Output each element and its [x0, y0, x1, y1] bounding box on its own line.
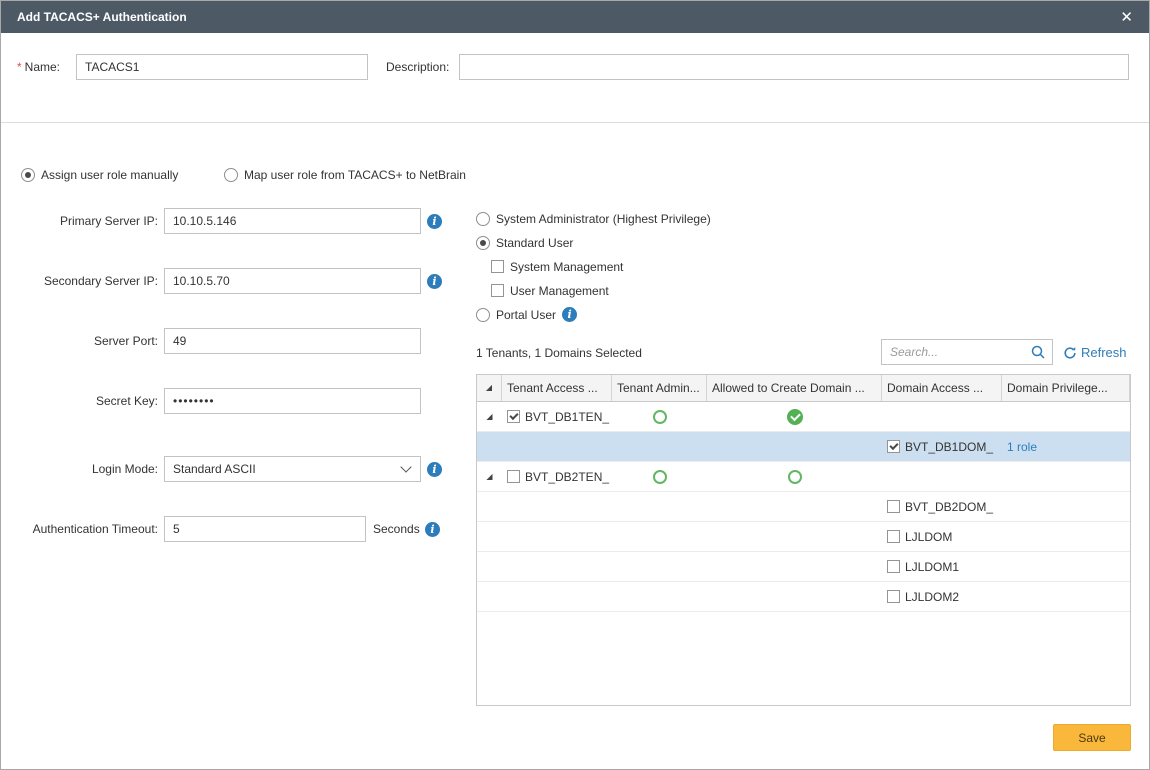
secret-key-label: Secret Key:	[1, 388, 158, 414]
tenant-search	[881, 339, 1053, 365]
domain-name: LJLDOM2	[905, 590, 959, 604]
dialog-title: Add TACACS+ Authentication	[17, 10, 187, 24]
secondary-ip-label: Secondary Server IP:	[1, 268, 158, 294]
radio-icon[interactable]	[224, 168, 238, 182]
radio-standard-user[interactable]: Standard User	[476, 235, 573, 250]
info-icon[interactable]: i	[562, 307, 577, 322]
search-input[interactable]	[888, 344, 1030, 360]
circle-status-icon[interactable]	[653, 470, 667, 484]
column-tenant-admin[interactable]: Tenant Admin...	[612, 375, 707, 401]
radio-portal-user[interactable]: Portal User i	[476, 307, 577, 322]
table-row[interactable]: LJLDOM	[477, 522, 1130, 552]
domain-name: LJLDOM	[905, 530, 952, 544]
column-tenant-access[interactable]: Tenant Access ...	[502, 375, 612, 401]
info-icon[interactable]: i	[425, 522, 440, 537]
radio-icon[interactable]	[476, 236, 490, 250]
table-row[interactable]: LJLDOM1	[477, 552, 1130, 582]
checkbox-icon[interactable]	[887, 500, 900, 513]
radio-icon[interactable]	[476, 212, 490, 226]
primary-ip-input[interactable]	[164, 208, 421, 234]
radio-system-admin-label: System Administrator (Highest Privilege)	[496, 212, 711, 226]
radio-assign-manual[interactable]: Assign user role manually	[21, 167, 178, 182]
info-icon[interactable]: i	[427, 214, 442, 229]
info-icon[interactable]: i	[427, 462, 442, 477]
chevron-down-icon	[400, 461, 411, 472]
login-mode-label: Login Mode:	[1, 456, 158, 482]
checkbox-icon[interactable]	[507, 410, 520, 423]
close-icon[interactable]: ✕	[1120, 10, 1133, 25]
domain-name: BVT_DB1DOM_	[905, 440, 993, 454]
timeout-label: Authentication Timeout:	[1, 516, 158, 542]
radio-portal-user-label: Portal User	[496, 308, 556, 322]
checkbox-user-management[interactable]: User Management	[491, 283, 609, 298]
info-icon[interactable]: i	[427, 274, 442, 289]
primary-ip-label: Primary Server IP:	[1, 208, 158, 234]
timeout-input[interactable]	[164, 516, 366, 542]
checkbox-icon[interactable]	[491, 284, 504, 297]
domain-name: LJLDOM1	[905, 560, 959, 574]
radio-system-admin[interactable]: System Administrator (Highest Privilege)	[476, 211, 711, 226]
required-asterisk: *	[17, 60, 22, 74]
radio-map-tacacs[interactable]: Map user role from TACACS+ to NetBrain	[224, 167, 466, 182]
save-button[interactable]: Save	[1053, 724, 1131, 751]
checkbox-icon[interactable]	[887, 590, 900, 603]
radio-icon[interactable]	[476, 308, 490, 322]
table-row[interactable]: ◢ BVT_DB2TEN_	[477, 462, 1130, 492]
table-row[interactable]: BVT_DB1DOM_ 1 role	[477, 432, 1130, 462]
checkbox-icon[interactable]	[491, 260, 504, 273]
table-row[interactable]: ◢ BVT_DB1TEN_	[477, 402, 1130, 432]
description-label: Description:	[386, 54, 449, 80]
column-allowed-create-domain[interactable]: Allowed to Create Domain ...	[707, 375, 882, 401]
expander-icon[interactable]: ◢	[486, 413, 492, 421]
checkbox-system-management[interactable]: System Management	[491, 259, 623, 274]
tenant-table: ◢ Tenant Access ... Tenant Admin... Allo…	[476, 374, 1131, 706]
search-icon[interactable]	[1030, 344, 1046, 360]
table-row[interactable]: BVT_DB2DOM_	[477, 492, 1130, 522]
refresh-button[interactable]: Refresh	[1063, 345, 1127, 360]
header-expander-cell[interactable]: ◢	[477, 375, 502, 401]
expander-icon: ◢	[486, 384, 492, 392]
checkbox-icon[interactable]	[887, 560, 900, 573]
dialog-titlebar: Add TACACS+ Authentication ✕	[1, 1, 1149, 33]
column-domain-privilege[interactable]: Domain Privilege...	[1002, 375, 1130, 401]
name-label: *Name:	[17, 54, 60, 80]
secret-key-input[interactable]	[164, 388, 421, 414]
name-input[interactable]	[76, 54, 368, 80]
checkbox-user-management-label: User Management	[510, 284, 609, 298]
refresh-label: Refresh	[1081, 345, 1127, 360]
check-status-icon[interactable]	[787, 409, 803, 425]
radio-assign-manual-label: Assign user role manually	[41, 168, 178, 182]
login-mode-select[interactable]: Standard ASCII	[164, 456, 421, 482]
tenant-name: BVT_DB1TEN_	[525, 410, 609, 424]
server-port-input[interactable]	[164, 328, 421, 354]
table-header: ◢ Tenant Access ... Tenant Admin... Allo…	[477, 375, 1130, 402]
selection-summary: 1 Tenants, 1 Domains Selected	[476, 346, 642, 360]
radio-icon[interactable]	[21, 168, 35, 182]
expander-icon[interactable]: ◢	[486, 473, 492, 481]
checkbox-icon[interactable]	[887, 440, 900, 453]
table-row[interactable]: LJLDOM2	[477, 582, 1130, 612]
section-divider	[1, 122, 1149, 123]
login-mode-value: Standard ASCII	[173, 462, 256, 476]
tenant-name: BVT_DB2TEN_	[525, 470, 609, 484]
refresh-icon	[1063, 346, 1077, 360]
circle-status-icon[interactable]	[653, 410, 667, 424]
checkbox-system-management-label: System Management	[510, 260, 623, 274]
column-domain-access[interactable]: Domain Access ...	[882, 375, 1002, 401]
add-tacacs-dialog: Add TACACS+ Authentication ✕ *Name: Desc…	[0, 0, 1150, 770]
secondary-ip-input[interactable]	[164, 268, 421, 294]
domain-name: BVT_DB2DOM_	[905, 500, 993, 514]
role-link[interactable]: 1 role	[1007, 440, 1037, 454]
timeout-suffix: Seconds	[373, 516, 420, 542]
server-port-label: Server Port:	[1, 328, 158, 354]
radio-map-tacacs-label: Map user role from TACACS+ to NetBrain	[244, 168, 466, 182]
radio-standard-user-label: Standard User	[496, 236, 573, 250]
checkbox-icon[interactable]	[887, 530, 900, 543]
checkbox-icon[interactable]	[507, 470, 520, 483]
circle-status-icon[interactable]	[788, 470, 802, 484]
description-input[interactable]	[459, 54, 1129, 80]
